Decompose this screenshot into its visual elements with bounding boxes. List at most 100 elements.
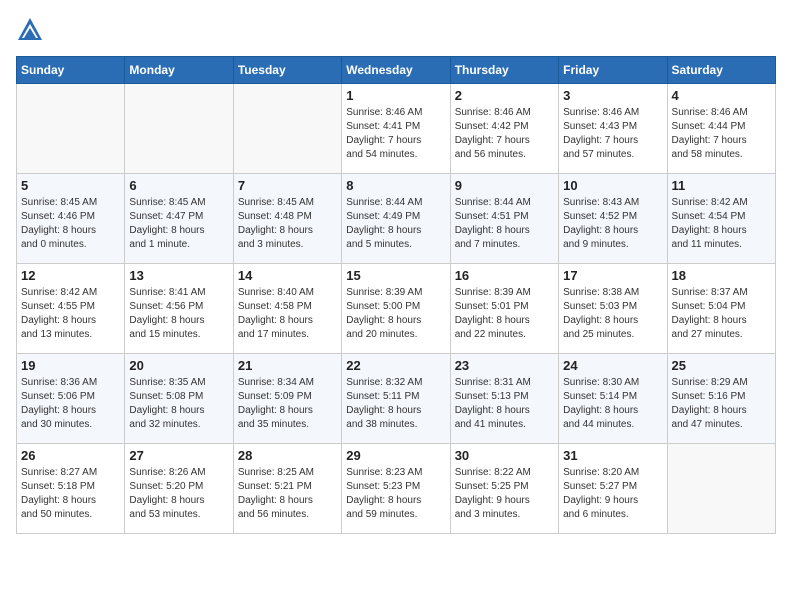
weekday-header-wednesday: Wednesday — [342, 57, 450, 84]
day-cell — [17, 84, 125, 174]
day-cell: 20 Sunrise: 8:35 AM Sunset: 5:08 PM Dayli… — [125, 354, 233, 444]
day-number: 22 — [346, 358, 445, 373]
day-number: 21 — [238, 358, 337, 373]
day-cell: 13 Sunrise: 8:41 AM Sunset: 4:56 PM Dayli… — [125, 264, 233, 354]
day-info: Sunrise: 8:27 AM Sunset: 5:18 PM Dayligh… — [21, 466, 120, 522]
weekday-header-tuesday: Tuesday — [233, 57, 341, 84]
weekday-header-friday: Friday — [559, 57, 667, 84]
day-number: 2 — [455, 88, 554, 103]
page-header — [16, 16, 776, 44]
calendar: SundayMondayTuesdayWednesdayThursdayFrid… — [16, 56, 776, 534]
day-number: 16 — [455, 268, 554, 283]
day-cell: 6 Sunrise: 8:45 AM Sunset: 4:47 PM Daylig… — [125, 174, 233, 264]
day-number: 5 — [21, 178, 120, 193]
day-cell: 31Sunrise: 8:20 AM Sunset: 5:27 PM Dayli… — [559, 444, 667, 534]
day-cell: 28 Sunrise: 8:25 AM Sunset: 5:21 PM Dayli… — [233, 444, 341, 534]
day-number: 28 — [238, 448, 337, 463]
day-cell: 14 Sunrise: 8:40 AM Sunset: 4:58 PM Dayli… — [233, 264, 341, 354]
day-number: 15 — [346, 268, 445, 283]
day-number: 6 — [129, 178, 228, 193]
day-number: 10 — [563, 178, 662, 193]
day-info: Sunrise: 8:38 AM Sunset: 5:03 PM Dayligh… — [563, 286, 662, 342]
day-number: 27 — [129, 448, 228, 463]
day-cell: 8Sunrise: 8:44 AM Sunset: 4:49 PM Daylig… — [342, 174, 450, 264]
day-info: Sunrise: 8:46 AM Sunset: 4:42 PM Dayligh… — [455, 106, 554, 162]
day-cell: 1 Sunrise: 8:46 AM Sunset: 4:41 PM Daylig… — [342, 84, 450, 174]
day-info: Sunrise: 8:37 AM Sunset: 5:04 PM Dayligh… — [672, 286, 771, 342]
logo-icon — [16, 16, 44, 44]
day-number: 29 — [346, 448, 445, 463]
day-cell: 27 Sunrise: 8:26 AM Sunset: 5:20 PM Dayli… — [125, 444, 233, 534]
day-cell — [667, 444, 775, 534]
day-number: 26 — [21, 448, 120, 463]
day-cell: 11 Sunrise: 8:42 AM Sunset: 4:54 PM Dayli… — [667, 174, 775, 264]
day-info: Sunrise: 8:42 AM Sunset: 4:54 PM Dayligh… — [672, 196, 771, 252]
day-info: Sunrise: 8:31 AM Sunset: 5:13 PM Dayligh… — [455, 376, 554, 432]
day-info: Sunrise: 8:44 AM Sunset: 4:51 PM Dayligh… — [455, 196, 554, 252]
week-row-2: 5 Sunrise: 8:45 AM Sunset: 4:46 PM Daylig… — [17, 174, 776, 264]
day-number: 23 — [455, 358, 554, 373]
day-cell: 23 Sunrise: 8:31 AM Sunset: 5:13 PM Dayli… — [450, 354, 558, 444]
day-info: Sunrise: 8:46 AM Sunset: 4:43 PM Dayligh… — [563, 106, 662, 162]
week-row-3: 12Sunrise: 8:42 AM Sunset: 4:55 PM Dayli… — [17, 264, 776, 354]
day-info: Sunrise: 8:41 AM Sunset: 4:56 PM Dayligh… — [129, 286, 228, 342]
day-info: Sunrise: 8:44 AM Sunset: 4:49 PM Dayligh… — [346, 196, 445, 252]
day-cell: 30Sunrise: 8:22 AM Sunset: 5:25 PM Dayli… — [450, 444, 558, 534]
day-cell: 24Sunrise: 8:30 AM Sunset: 5:14 PM Dayli… — [559, 354, 667, 444]
day-number: 7 — [238, 178, 337, 193]
day-info: Sunrise: 8:39 AM Sunset: 5:00 PM Dayligh… — [346, 286, 445, 342]
day-cell: 18 Sunrise: 8:37 AM Sunset: 5:04 PM Dayli… — [667, 264, 775, 354]
day-info: Sunrise: 8:22 AM Sunset: 5:25 PM Dayligh… — [455, 466, 554, 522]
week-row-4: 19 Sunrise: 8:36 AM Sunset: 5:06 PM Dayli… — [17, 354, 776, 444]
day-info: Sunrise: 8:29 AM Sunset: 5:16 PM Dayligh… — [672, 376, 771, 432]
day-info: Sunrise: 8:46 AM Sunset: 4:44 PM Dayligh… — [672, 106, 771, 162]
day-info: Sunrise: 8:45 AM Sunset: 4:46 PM Dayligh… — [21, 196, 120, 252]
day-cell: 12Sunrise: 8:42 AM Sunset: 4:55 PM Dayli… — [17, 264, 125, 354]
week-row-5: 26 Sunrise: 8:27 AM Sunset: 5:18 PM Dayli… — [17, 444, 776, 534]
day-info: Sunrise: 8:40 AM Sunset: 4:58 PM Dayligh… — [238, 286, 337, 342]
day-cell: 2 Sunrise: 8:46 AM Sunset: 4:42 PM Daylig… — [450, 84, 558, 174]
day-cell: 29Sunrise: 8:23 AM Sunset: 5:23 PM Dayli… — [342, 444, 450, 534]
weekday-header-monday: Monday — [125, 57, 233, 84]
day-info: Sunrise: 8:39 AM Sunset: 5:01 PM Dayligh… — [455, 286, 554, 342]
day-number: 14 — [238, 268, 337, 283]
day-info: Sunrise: 8:45 AM Sunset: 4:48 PM Dayligh… — [238, 196, 337, 252]
day-info: Sunrise: 8:43 AM Sunset: 4:52 PM Dayligh… — [563, 196, 662, 252]
weekday-header-sunday: Sunday — [17, 57, 125, 84]
weekday-header-row: SundayMondayTuesdayWednesdayThursdayFrid… — [17, 57, 776, 84]
day-number: 20 — [129, 358, 228, 373]
day-number: 17 — [563, 268, 662, 283]
day-info: Sunrise: 8:35 AM Sunset: 5:08 PM Dayligh… — [129, 376, 228, 432]
day-number: 12 — [21, 268, 120, 283]
day-cell: 16 Sunrise: 8:39 AM Sunset: 5:01 PM Dayli… — [450, 264, 558, 354]
day-number: 9 — [455, 178, 554, 193]
logo — [16, 16, 46, 44]
day-info: Sunrise: 8:45 AM Sunset: 4:47 PM Dayligh… — [129, 196, 228, 252]
day-cell: 10 Sunrise: 8:43 AM Sunset: 4:52 PM Dayli… — [559, 174, 667, 264]
day-cell: 3Sunrise: 8:46 AM Sunset: 4:43 PM Daylig… — [559, 84, 667, 174]
day-cell: 15 Sunrise: 8:39 AM Sunset: 5:00 PM Dayli… — [342, 264, 450, 354]
day-info: Sunrise: 8:34 AM Sunset: 5:09 PM Dayligh… — [238, 376, 337, 432]
day-info: Sunrise: 8:36 AM Sunset: 5:06 PM Dayligh… — [21, 376, 120, 432]
day-number: 4 — [672, 88, 771, 103]
day-number: 25 — [672, 358, 771, 373]
weekday-header-saturday: Saturday — [667, 57, 775, 84]
day-number: 24 — [563, 358, 662, 373]
day-cell: 9 Sunrise: 8:44 AM Sunset: 4:51 PM Daylig… — [450, 174, 558, 264]
day-number: 1 — [346, 88, 445, 103]
week-row-1: 1 Sunrise: 8:46 AM Sunset: 4:41 PM Daylig… — [17, 84, 776, 174]
day-info: Sunrise: 8:46 AM Sunset: 4:41 PM Dayligh… — [346, 106, 445, 162]
day-number: 11 — [672, 178, 771, 193]
day-info: Sunrise: 8:26 AM Sunset: 5:20 PM Dayligh… — [129, 466, 228, 522]
day-number: 13 — [129, 268, 228, 283]
day-number: 18 — [672, 268, 771, 283]
day-cell: 19 Sunrise: 8:36 AM Sunset: 5:06 PM Dayli… — [17, 354, 125, 444]
day-info: Sunrise: 8:25 AM Sunset: 5:21 PM Dayligh… — [238, 466, 337, 522]
weekday-header-thursday: Thursday — [450, 57, 558, 84]
day-number: 19 — [21, 358, 120, 373]
day-cell — [125, 84, 233, 174]
day-cell: 5 Sunrise: 8:45 AM Sunset: 4:46 PM Daylig… — [17, 174, 125, 264]
day-cell: 22 Sunrise: 8:32 AM Sunset: 5:11 PM Dayli… — [342, 354, 450, 444]
day-info: Sunrise: 8:32 AM Sunset: 5:11 PM Dayligh… — [346, 376, 445, 432]
day-cell — [233, 84, 341, 174]
